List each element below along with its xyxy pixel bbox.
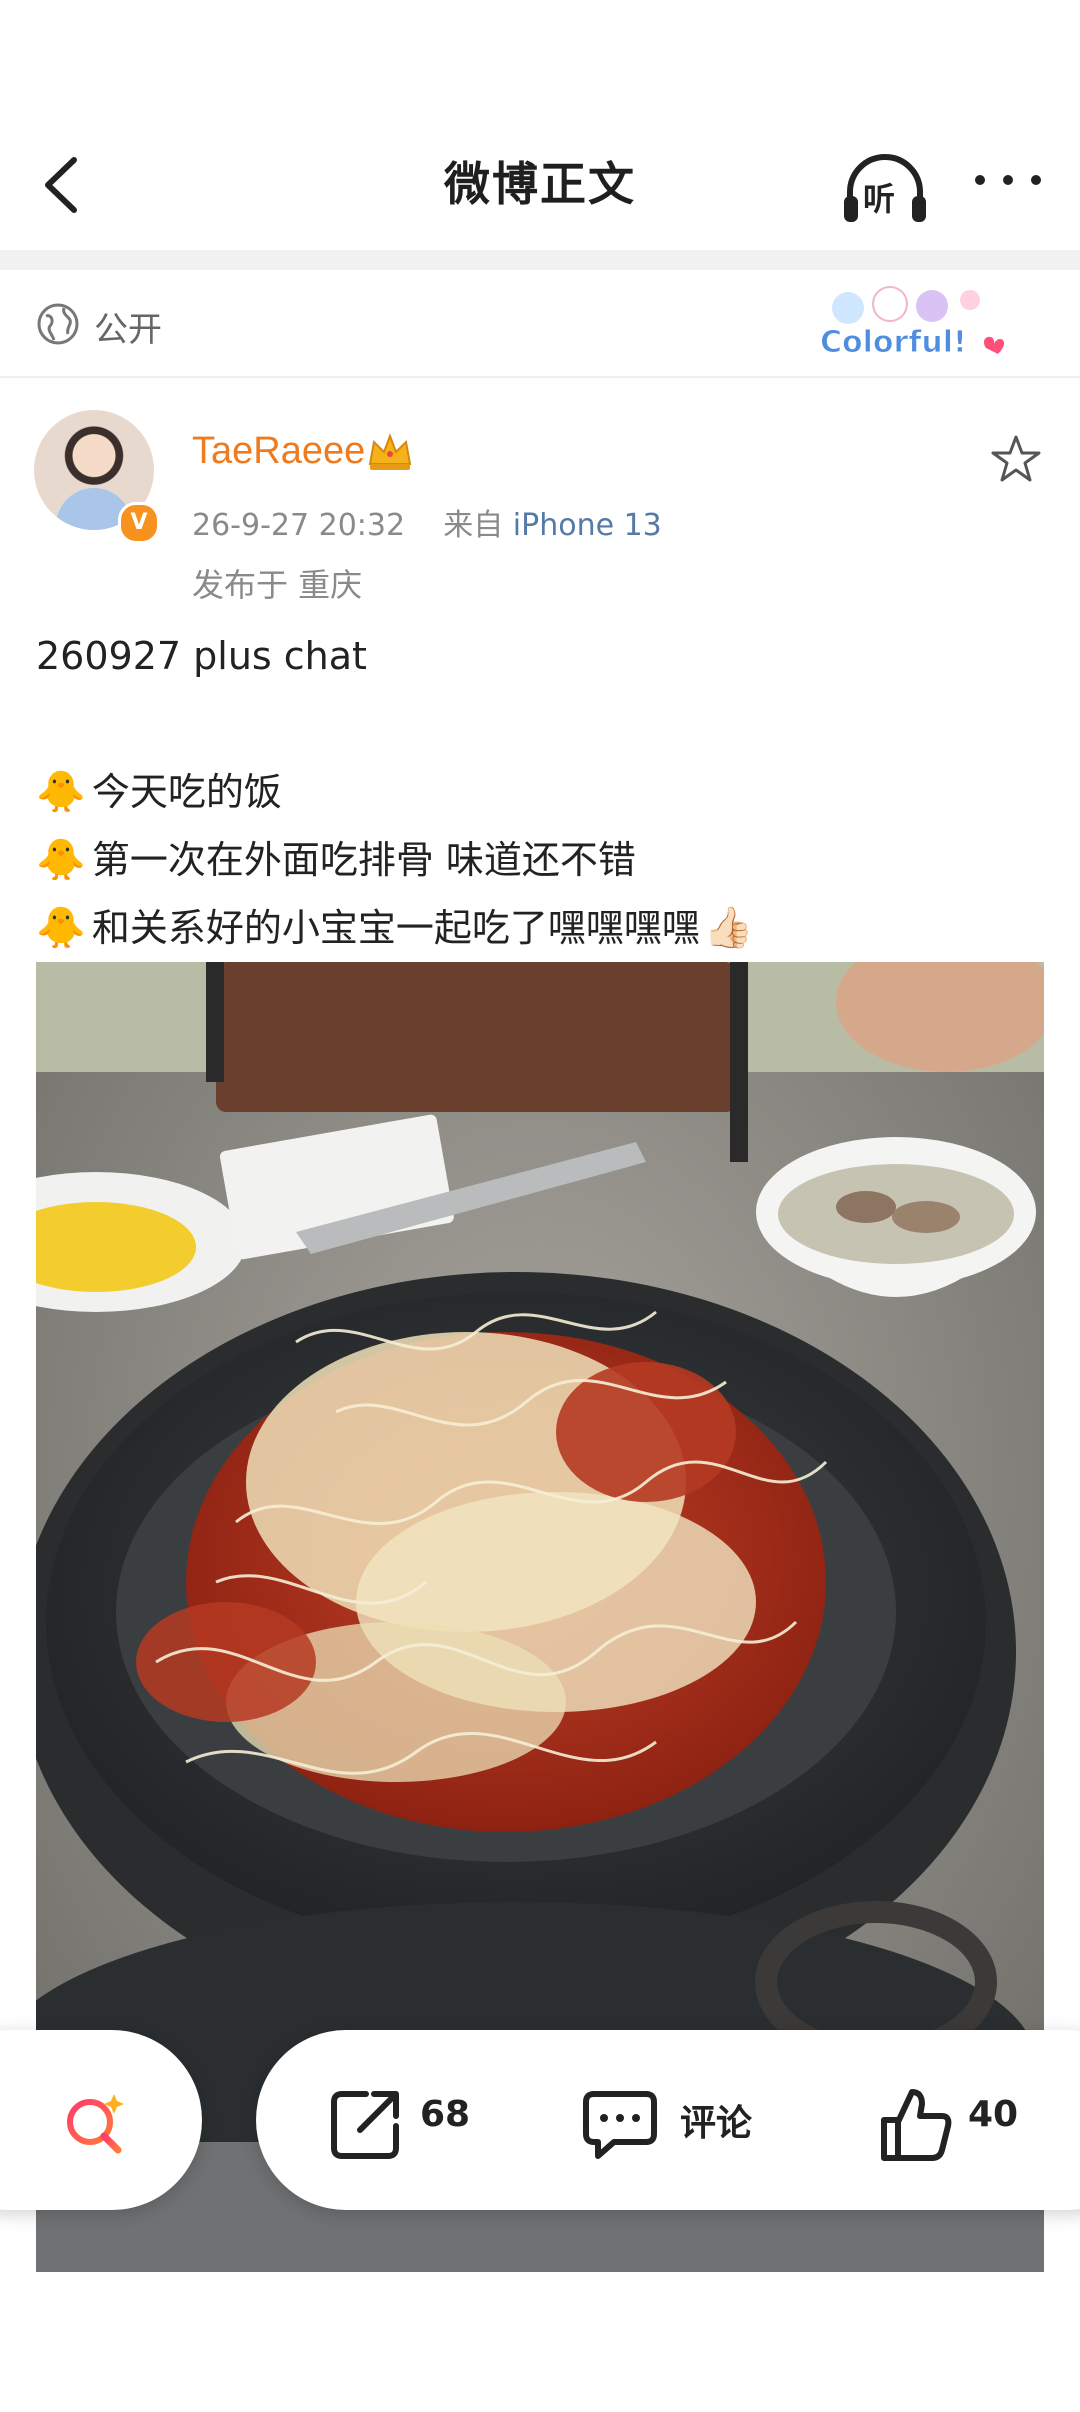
header-divider bbox=[0, 250, 1080, 270]
listen-label: 听 bbox=[863, 180, 896, 218]
post-location: 发布于 重庆 bbox=[192, 566, 363, 604]
search-icon bbox=[67, 2094, 124, 2154]
post-timestamp: 26-9-27 20:32 bbox=[192, 508, 406, 543]
chick-emoji: 🐥 bbox=[36, 769, 86, 815]
post-line: 🐥 第一次在外面吃排骨 味道还不错 bbox=[36, 826, 1046, 894]
source-prefix: 来自 bbox=[443, 508, 504, 543]
visibility-row: 公开 Colorful! bbox=[0, 270, 1080, 378]
repost-count: 68 bbox=[420, 2094, 471, 2135]
device-name[interactable]: iPhone 13 bbox=[513, 508, 662, 543]
post-line: 🐥 和关系好的小宝宝一起吃了嘿嘿嘿嘿 👍🏻 bbox=[36, 894, 1046, 962]
thumbs-up-emoji: 👍🏻 bbox=[703, 905, 754, 951]
colorful-badge-art: Colorful! bbox=[820, 286, 1005, 361]
action-bar: 68 评论 40 bbox=[256, 2030, 1080, 2210]
post-line-text: 和关系好的小宝宝一起吃了嘿嘿嘿嘿 bbox=[91, 906, 700, 950]
weibo-post-page: 微博正文 听 公开 Colorful! V TaeRaeee 26-9-27 2… bbox=[0, 0, 1080, 2412]
star-icon bbox=[991, 435, 1041, 482]
bottom-area bbox=[0, 2272, 1080, 2412]
comment-icon bbox=[583, 2091, 657, 2159]
favorite-button[interactable] bbox=[988, 432, 1044, 488]
svg-text:Colorful!: Colorful! bbox=[820, 325, 967, 360]
chick-emoji: 🐥 bbox=[36, 837, 86, 883]
globe-icon bbox=[37, 303, 79, 345]
visibility-label: 公开 bbox=[94, 310, 162, 350]
thumbs-up-icon bbox=[881, 2089, 952, 2161]
post-line-text: 今天吃的饭 bbox=[91, 770, 282, 814]
post-line: 260927 plus chat bbox=[36, 634, 367, 678]
like-count: 40 bbox=[968, 2094, 1019, 2135]
listen-button[interactable]: 听 bbox=[840, 144, 930, 234]
post-content: 260927 plus chat 🐥 今天吃的饭 🐥 第一次在外面吃排骨 味道还不错… bbox=[36, 622, 1046, 962]
post-line-text: 第一次在外面吃排骨 味道还不错 bbox=[91, 838, 636, 882]
verified-badge-icon: V bbox=[118, 502, 160, 544]
colorful-badge[interactable]: Colorful! bbox=[808, 278, 1008, 370]
post-line: 🐥 今天吃的饭 bbox=[36, 758, 1046, 826]
crown-icon[interactable] bbox=[366, 430, 414, 474]
search-fab[interactable] bbox=[0, 2030, 202, 2210]
like-button[interactable]: 40 bbox=[876, 2084, 1036, 2164]
author-name[interactable]: TaeRaeee bbox=[192, 430, 365, 473]
share-icon bbox=[331, 2091, 399, 2159]
top-nav-bar: 微博正文 听 bbox=[0, 120, 1080, 250]
chick-emoji: 🐥 bbox=[36, 905, 86, 951]
repost-button[interactable]: 68 bbox=[326, 2084, 486, 2164]
comment-button[interactable]: 评论 bbox=[580, 2084, 780, 2164]
post-line-blank bbox=[36, 690, 1046, 758]
comment-label: 评论 bbox=[680, 2103, 753, 2144]
more-dots-icon bbox=[975, 175, 1041, 185]
more-options-button[interactable] bbox=[970, 160, 1050, 200]
post-meta: 26-9-27 20:32 来自 iPhone 13 bbox=[192, 500, 662, 544]
